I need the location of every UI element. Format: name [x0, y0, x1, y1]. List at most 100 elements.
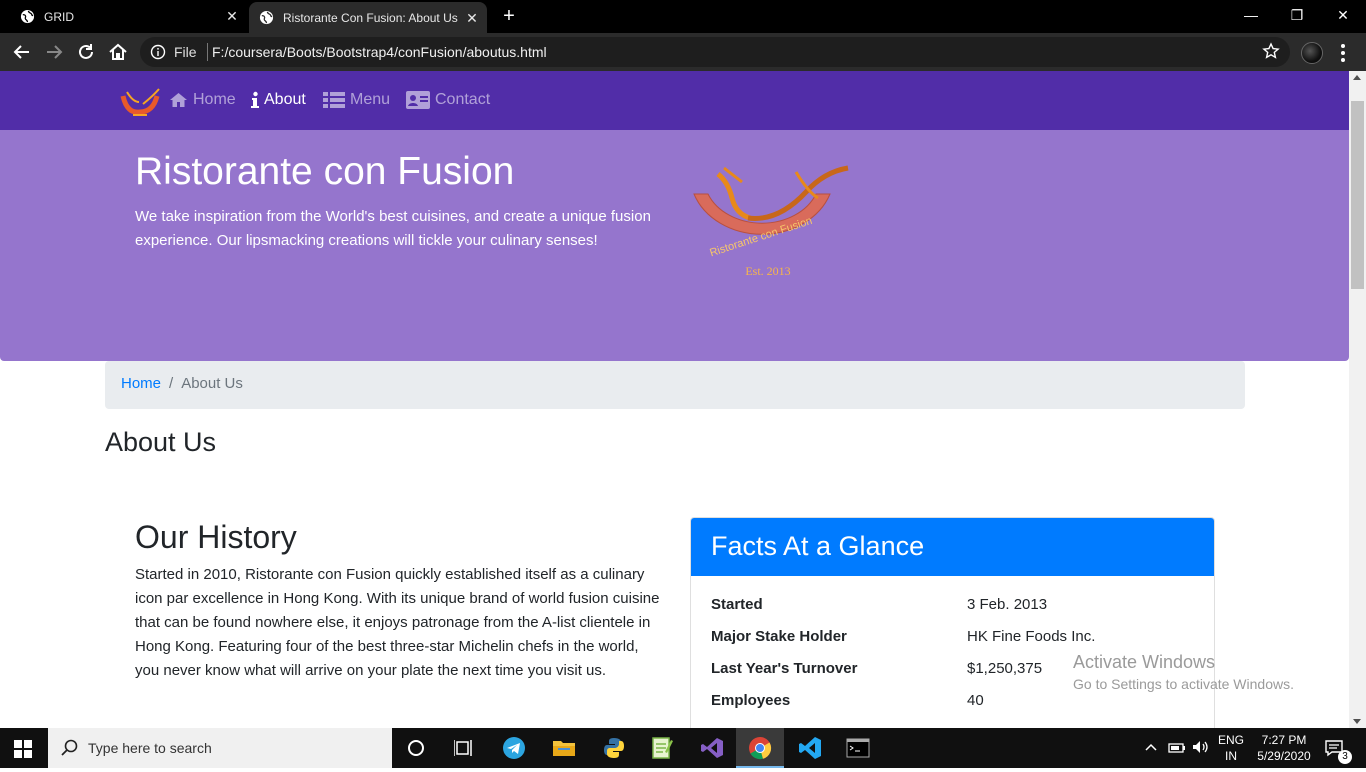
info-icon	[251, 91, 259, 108]
clock-time: 7:27 PM	[1261, 733, 1307, 747]
browser-toolbar: File F:/coursera/Boots/Bootstrap4/conFus…	[0, 33, 1366, 71]
tab-title: Ristorante Con Fusion: About Us	[283, 10, 458, 25]
telegram-icon[interactable]	[490, 728, 538, 768]
close-window-button[interactable]: ✕	[1320, 0, 1366, 33]
nav-label: Contact	[435, 91, 491, 108]
brand-logo[interactable]	[119, 86, 161, 118]
fact-label: Started	[711, 596, 763, 613]
divider	[207, 43, 208, 61]
facts-card-header: Facts At a Glance	[691, 518, 1214, 576]
visual-studio-icon[interactable]	[688, 728, 736, 768]
scheme-label: File	[174, 44, 197, 60]
browser-tab-grid[interactable]: GRID ✕	[0, 0, 247, 33]
breadcrumb-home-link[interactable]: Home	[121, 375, 161, 395]
terminal-icon[interactable]	[834, 728, 882, 768]
profile-avatar[interactable]	[1301, 42, 1323, 64]
facts-card: Facts At a Glance Started 3 Feb. 2013 Ma…	[690, 517, 1215, 728]
jumbotron: Ristorante con Fusion We take inspiratio…	[0, 130, 1349, 361]
list-icon	[323, 92, 345, 108]
home-icon[interactable]	[107, 41, 129, 63]
home-icon	[170, 93, 187, 107]
nav-label: Menu	[350, 91, 391, 108]
nav-contact[interactable]: Contact	[406, 91, 490, 109]
search-placeholder: Type here to search	[88, 740, 212, 756]
breadcrumb: Home / About Us	[105, 361, 1245, 409]
scrollbar-thumb[interactable]	[1351, 101, 1364, 289]
history-paragraph: Started in 2010, Ristorante con Fusion q…	[135, 566, 660, 679]
tab-strip: GRID ✕ Ristorante Con Fusion: About Us ✕…	[0, 0, 1366, 33]
windows-start-icon[interactable]	[14, 740, 32, 758]
fact-label: Major Stake Holder	[711, 628, 847, 645]
page-viewport: Home About Menu Contact Ristorante con F…	[0, 71, 1349, 728]
vscode-icon[interactable]	[786, 728, 834, 768]
site-navbar: Home About Menu Contact	[0, 71, 1349, 130]
python-icon[interactable]	[590, 728, 638, 768]
fact-row: Started 3 Feb. 2013	[711, 596, 1194, 628]
lang-code: ENG	[1218, 733, 1245, 747]
fact-label: Last Year's Turnover	[711, 660, 858, 677]
battery-network-icon[interactable]	[1168, 740, 1186, 754]
task-view-icon[interactable]	[440, 728, 488, 768]
forward-arrow-icon[interactable]	[43, 41, 65, 63]
language-indicator[interactable]: ENG IN	[1218, 732, 1244, 772]
site-title: Ristorante con Fusion	[135, 150, 515, 193]
fact-value: 40	[967, 692, 984, 709]
minimize-button[interactable]: —	[1228, 0, 1274, 33]
reload-icon[interactable]	[75, 41, 97, 63]
chrome-icon[interactable]	[736, 728, 784, 768]
globe-icon	[20, 9, 35, 24]
facts-title: Facts At a Glance	[711, 531, 925, 561]
taskbar-search[interactable]: Type here to search	[48, 728, 392, 768]
action-center-button[interactable]: 3	[1324, 738, 1352, 764]
nav-label: About	[264, 91, 306, 108]
search-icon	[61, 739, 78, 756]
cortana-icon[interactable]	[392, 728, 440, 768]
nav-menu[interactable]: Menu	[323, 91, 390, 109]
bookmark-star-icon[interactable]	[1262, 42, 1280, 60]
page-scrollbar[interactable]	[1349, 71, 1366, 728]
scroll-down-arrow-icon[interactable]	[1353, 719, 1361, 724]
address-bar[interactable]: File F:/coursera/Boots/Bootstrap4/conFus…	[140, 37, 1290, 67]
close-tab-icon[interactable]: ✕	[465, 11, 479, 25]
watermark-subtitle: Go to Settings to activate Windows.	[1073, 676, 1294, 692]
lang-region: IN	[1225, 749, 1237, 763]
url-text[interactable]: F:/coursera/Boots/Bootstrap4/conFusion/a…	[212, 44, 547, 60]
nav-label: Home	[193, 91, 236, 108]
browser-tab-about[interactable]: Ristorante Con Fusion: About Us ✕	[249, 2, 487, 33]
volume-icon[interactable]	[1192, 740, 1210, 754]
notepad-plus-icon[interactable]	[638, 728, 686, 768]
history-heading: Our History	[135, 519, 297, 555]
close-tab-icon[interactable]: ✕	[225, 9, 239, 23]
info-icon[interactable]	[150, 44, 166, 60]
taskbar: Type here to search ENG IN 7:27 PM 5/29/…	[0, 728, 1366, 768]
fact-value: 3 Feb. 2013	[967, 596, 1048, 613]
logo-est: Est. 2013	[745, 264, 790, 278]
restore-button[interactable]: ❐	[1274, 0, 1320, 33]
notification-badge: 3	[1338, 750, 1352, 764]
clock[interactable]: 7:27 PM 5/29/2020	[1256, 732, 1312, 772]
new-tab-button[interactable]: +	[499, 6, 519, 26]
activate-windows-watermark: Activate Windows Go to Settings to activ…	[1073, 652, 1294, 692]
address-card-icon	[406, 91, 430, 109]
tray-expand-chevron-icon[interactable]	[1145, 742, 1157, 752]
facts-list: Started 3 Feb. 2013 Major Stake Holder H…	[691, 576, 1214, 724]
clock-date: 5/29/2020	[1257, 749, 1311, 763]
restaurant-logo: Ristorante con Fusion Est. 2013	[693, 165, 849, 278]
site-tagline: We take inspiration from the World's bes…	[135, 208, 651, 249]
watermark-title: Activate Windows	[1073, 652, 1216, 672]
fact-value: $1,250,375	[967, 660, 1043, 677]
fact-value: HK Fine Foods Inc.	[967, 628, 1096, 645]
nav-about[interactable]: About	[251, 91, 306, 109]
fact-row: Employees 40	[711, 692, 1194, 724]
page-title: About Us	[105, 427, 217, 457]
fact-label: Employees	[711, 692, 791, 709]
breadcrumb-current: About Us	[181, 375, 243, 392]
scroll-up-arrow-icon[interactable]	[1353, 75, 1361, 80]
back-arrow-icon[interactable]	[11, 41, 33, 63]
menu-kebab-icon[interactable]	[1340, 42, 1346, 64]
breadcrumb-separator: /	[169, 375, 174, 392]
nav-home[interactable]: Home	[169, 91, 236, 109]
tab-title: GRID	[44, 9, 74, 24]
globe-icon	[259, 10, 274, 25]
file-explorer-icon[interactable]	[540, 728, 588, 768]
